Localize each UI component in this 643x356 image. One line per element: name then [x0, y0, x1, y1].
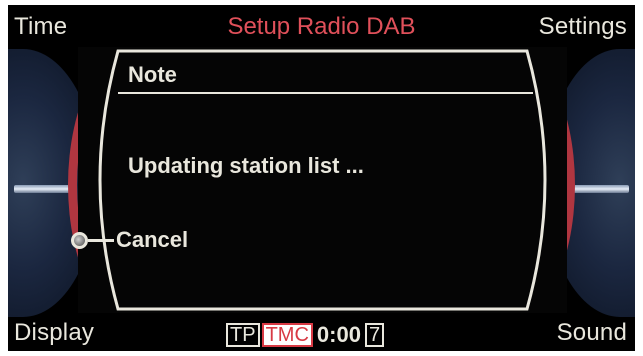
display-softkey[interactable]: Display: [14, 319, 94, 347]
status-message: Updating station list ...: [128, 153, 364, 178]
cancel-button[interactable]: Cancel: [71, 224, 188, 256]
right-chrome-bar: [569, 185, 629, 193]
cancel-label: Cancel: [116, 227, 189, 252]
sound-softkey[interactable]: Sound: [557, 319, 627, 347]
tmc-badge: TMC: [261, 323, 313, 347]
dialog-title: Note: [128, 62, 177, 87]
tp-badge: TP: [226, 323, 260, 347]
infotainment-screen: Time Setup Radio DAB Settings Note Updat…: [8, 5, 635, 351]
left-chrome-bar: [14, 185, 74, 193]
clock: 0:00: [316, 322, 361, 347]
selection-knob-icon: [71, 231, 88, 249]
status-bar: TP TMC 0:00 7: [226, 322, 385, 347]
settings-softkey[interactable]: Settings: [539, 13, 627, 41]
selection-line: [88, 238, 114, 242]
channel-badge: 7: [364, 323, 385, 347]
